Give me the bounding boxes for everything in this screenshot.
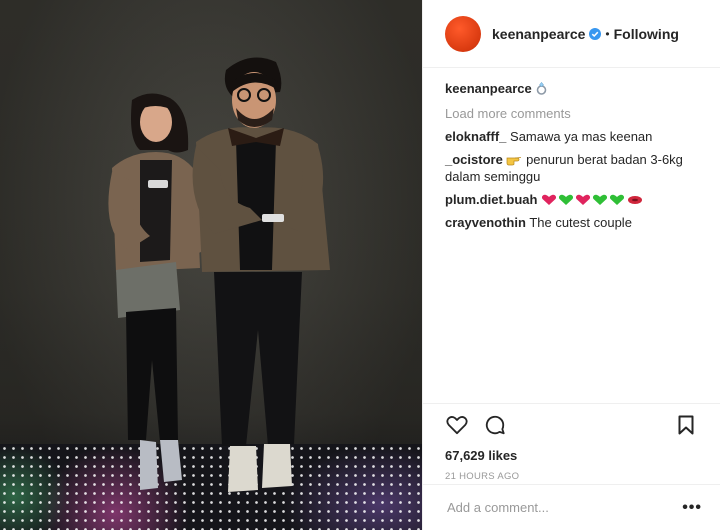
caption: keenanpearce — [445, 80, 698, 97]
separator-dot: • — [605, 26, 610, 41]
post-modal: keenanpearce • Following keenanpearce Lo… — [0, 0, 720, 530]
comment-button[interactable] — [483, 413, 507, 437]
post-photo[interactable] — [0, 0, 422, 530]
comment-text: Samawa ya mas keenan — [510, 129, 653, 144]
post-header: keenanpearce • Following — [423, 0, 720, 68]
man-figure — [192, 57, 330, 492]
comments-list: keenanpearce Load more comments eloknaff… — [423, 68, 720, 231]
photo-subjects — [108, 57, 330, 492]
avatar[interactable] — [445, 15, 481, 52]
save-button[interactable] — [674, 413, 698, 437]
list-item: _ocistore penurun berat badan 3-6kg dala… — [445, 151, 698, 185]
ring-emoji-icon — [537, 82, 547, 95]
likes-count[interactable]: 67,629 likes — [445, 448, 698, 463]
following-button[interactable]: Following — [614, 26, 679, 42]
post-sidebar: keenanpearce • Following keenanpearce Lo… — [422, 0, 720, 530]
comment-composer: ••• — [423, 484, 720, 530]
comment-input[interactable] — [445, 499, 683, 516]
bookmark-icon — [678, 415, 694, 435]
comment-author[interactable]: _ocistore — [445, 152, 503, 167]
author-handle[interactable]: keenanpearce — [492, 26, 585, 42]
like-button[interactable] — [445, 413, 469, 437]
verified-badge-icon — [589, 27, 602, 40]
action-icons — [445, 412, 698, 438]
post-timestamp[interactable]: 21 HOURS AGO — [445, 471, 698, 482]
heart-icon — [446, 416, 468, 435]
post-actions: 67,629 likes 21 HOURS AGO — [423, 403, 720, 482]
caption-author[interactable]: keenanpearce — [445, 81, 532, 96]
load-more-comments[interactable]: Load more comments — [445, 105, 698, 122]
comment-author[interactable]: eloknafff_ — [445, 129, 506, 144]
more-options-icon[interactable]: ••• — [682, 499, 702, 517]
comment-bubble-icon — [485, 415, 505, 435]
comment-author[interactable]: crayvenothin — [445, 215, 526, 230]
comment-text: The cutest couple — [529, 215, 632, 230]
pointing-hand-emoji-icon — [507, 157, 522, 166]
comment-author[interactable]: plum.diet.buah — [445, 192, 537, 207]
list-item: crayvenothin The cutest couple — [445, 214, 698, 231]
list-item: plum.diet.buah — [445, 191, 698, 208]
woman-figure — [108, 93, 206, 490]
hearts-row-emoji-icon — [542, 194, 643, 205]
list-item: eloknafff_ Samawa ya mas keenan — [445, 128, 698, 145]
